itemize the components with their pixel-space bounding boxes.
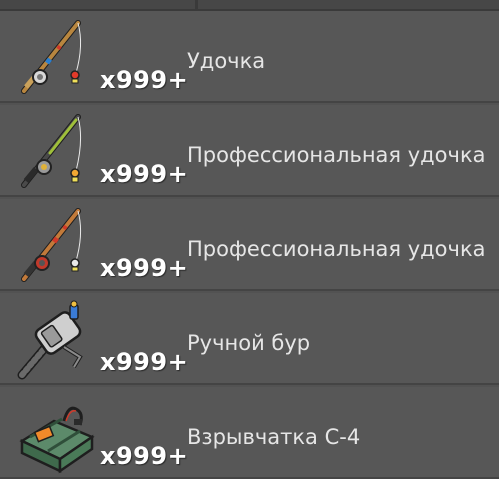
inventory-item-c4[interactable]: x999+ Взрывчатка С-4 [0, 387, 499, 479]
c4-explosive-icon [14, 391, 98, 475]
item-name: Профессиональная удочка [187, 237, 486, 261]
item-count: x999+ [100, 160, 189, 188]
hand-drill-icon [14, 297, 98, 381]
inventory-item-pro-fishing-rod[interactable]: x999+ Профессиональная удочка [0, 105, 499, 197]
item-name: Профессиональная удочка [187, 143, 486, 167]
item-count: x999+ [100, 442, 189, 470]
item-name: Ручной бур [187, 331, 311, 355]
item-count: x999+ [100, 66, 189, 94]
fishing-rod-icon [14, 15, 98, 99]
pro-fishing-rod-red-icon [14, 203, 98, 287]
inventory-item-hand-drill[interactable]: x999+ Ручной бур [0, 293, 499, 385]
item-count: x999+ [100, 254, 189, 282]
item-count: x999+ [100, 348, 189, 376]
inventory-item-fishing-rod[interactable]: x999+ Удочка [0, 11, 499, 103]
pro-fishing-rod-icon [14, 109, 98, 193]
inventory-item-pro-fishing-rod-2[interactable]: x999+ Профессиональная удочка [0, 199, 499, 291]
list-header-bar [0, 0, 499, 11]
item-name: Взрывчатка С-4 [187, 425, 361, 449]
item-name: Удочка [187, 49, 266, 73]
inventory-list: x999+ Удочка x999+ Профессиональная удоч… [0, 0, 499, 479]
